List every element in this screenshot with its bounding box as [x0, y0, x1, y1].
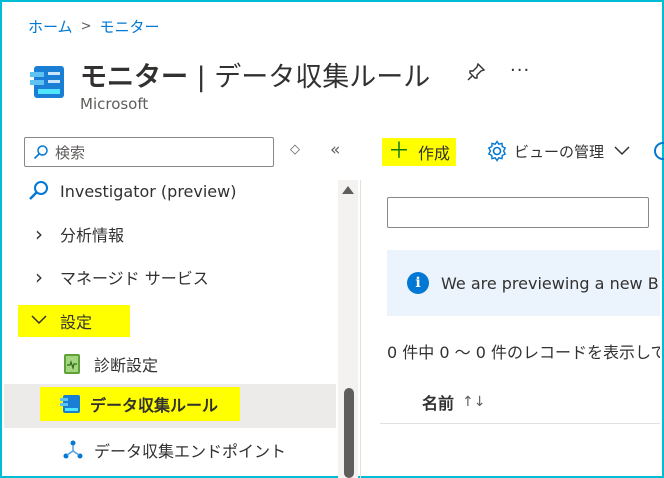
sidebar-item-label: 分析情報 [60, 226, 125, 245]
magnifier-icon [29, 181, 48, 200]
filter-input[interactable] [387, 197, 649, 228]
sidebar-item-label: データ収集ルール [90, 396, 219, 415]
breadcrumb-separator: > [80, 19, 92, 34]
sort-icon[interactable]: ↑↓ [462, 394, 485, 410]
sidebar-item-label: 診断設定 [94, 356, 159, 375]
sidebar-item-data-collection-rules[interactable]: データ収集ルール [40, 387, 240, 421]
chevron-right-icon: › [35, 265, 43, 289]
sidebar-item-diagnostic-settings[interactable]: 診断設定 [62, 344, 158, 384]
sidebar-item-settings[interactable]: 設定 [18, 305, 130, 337]
sidebar-item-data-collection-endpoints[interactable]: データ収集エンドポイント [62, 430, 286, 470]
breadcrumb: ホーム > モニター [28, 16, 159, 37]
column-header-name[interactable]: 名前 ↑↓ [422, 390, 485, 414]
info-icon: i [407, 272, 429, 294]
breadcrumb-monitor-link[interactable]: モニター [99, 16, 159, 37]
pin-icon[interactable] [466, 62, 486, 82]
sidebar-item-investigator[interactable]: Investigator (preview) [28, 171, 236, 211]
main-content: i We are previewing a new B 0 件中 0 ～ 0 件… [380, 130, 660, 476]
chevron-down-icon [28, 313, 50, 329]
scroll-up-arrow-icon[interactable] [342, 186, 354, 194]
breadcrumb-home-link[interactable]: ホーム [28, 16, 73, 37]
table-header-divider [380, 423, 660, 424]
sidebar-search-input[interactable]: 検索 [24, 137, 274, 167]
page-title: モニター | データ収集ルール [80, 62, 431, 93]
more-options-button[interactable]: ··· [510, 60, 530, 81]
info-banner: i We are previewing a new B [387, 250, 660, 316]
info-banner-text: We are previewing a new B [441, 273, 659, 293]
scrollbar-thumb[interactable] [344, 388, 354, 478]
data-collection-rules-icon [60, 395, 80, 413]
sidebar-item-label: Investigator (preview) [60, 181, 237, 201]
diagnostic-settings-icon [64, 354, 80, 374]
search-placeholder: 検索 [55, 143, 86, 162]
sidebar-item-label: マネージド サービス [60, 269, 209, 288]
data-collection-rules-header-icon [30, 66, 64, 98]
endpoint-icon [63, 440, 83, 459]
panel-divider [360, 180, 361, 478]
sidebar-item-managed-services[interactable]: › マネージド サービス [28, 257, 209, 297]
column-header-label: 名前 [422, 394, 455, 413]
sidebar-item-label: 設定 [60, 313, 93, 332]
collapse-sidebar-button[interactable]: « [330, 140, 340, 160]
page-subtitle: Microsoft [80, 95, 149, 113]
sidebar-item-insights[interactable]: › 分析情報 [28, 214, 124, 254]
sort-toggle-icon[interactable]: ◇ [290, 142, 300, 157]
search-icon [33, 145, 48, 160]
record-count-text: 0 件中 0 ～ 0 件のレコードを表示して [387, 343, 660, 362]
sidebar-item-label: データ収集エンドポイント [94, 442, 287, 461]
chevron-right-icon: › [35, 222, 43, 246]
